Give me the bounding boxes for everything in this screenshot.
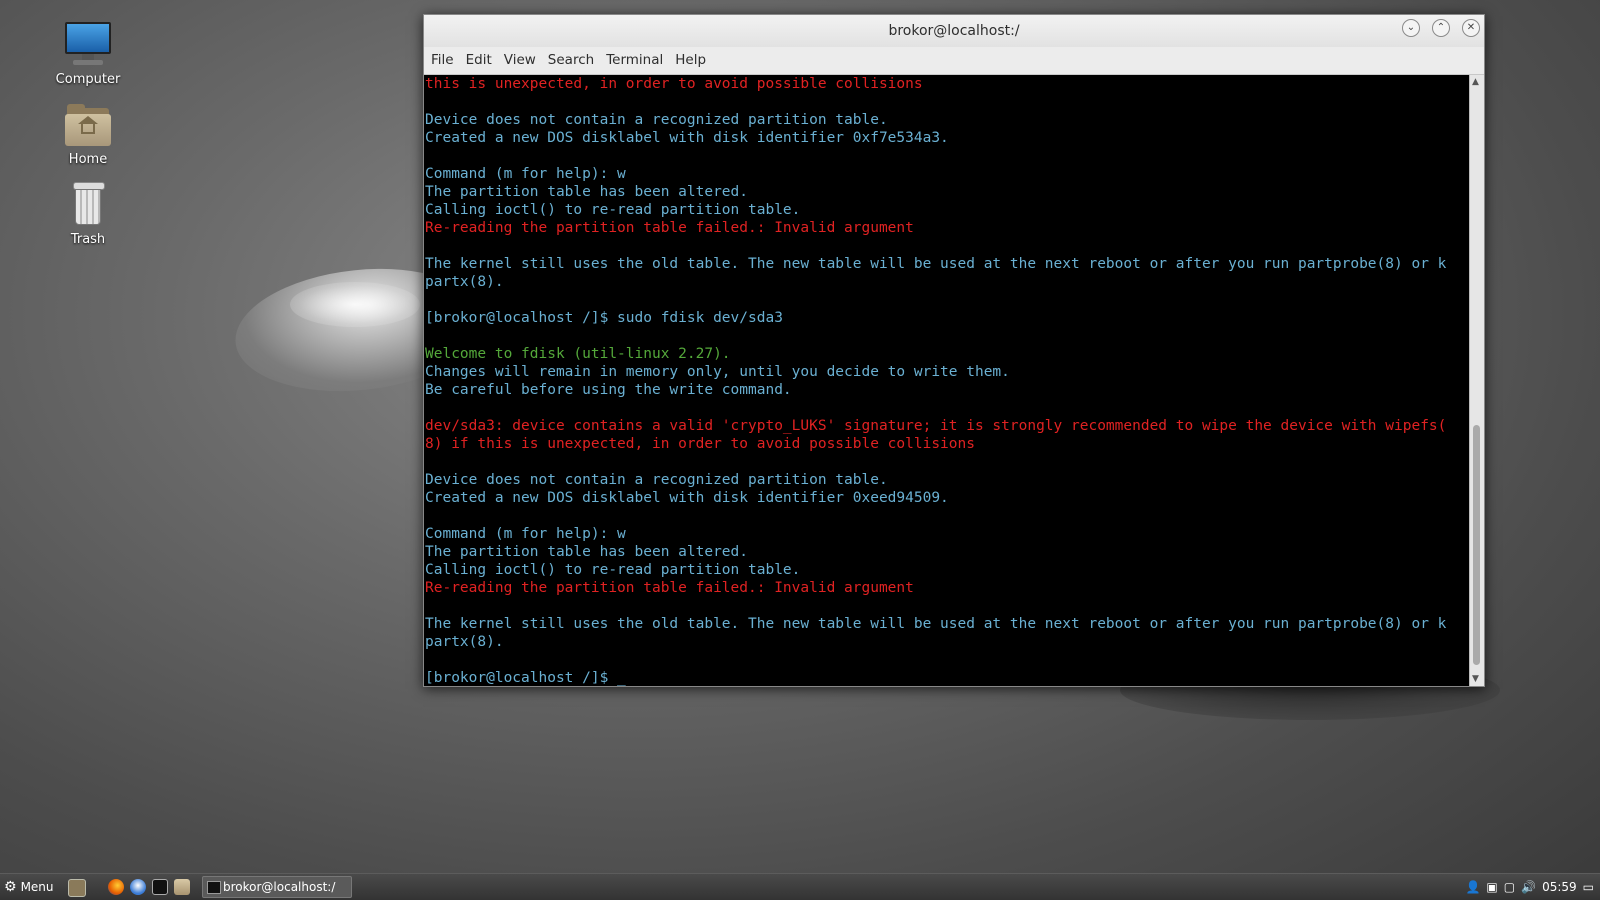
terminal-icon[interactable] <box>152 879 168 895</box>
computer-icon <box>63 20 113 70</box>
close-button[interactable]: ✕ <box>1462 19 1480 37</box>
maximize-button[interactable]: ⌃ <box>1432 19 1450 37</box>
thunderbird-icon[interactable] <box>130 879 146 895</box>
user-icon[interactable]: 👤 <box>1465 880 1480 894</box>
terminal-line: Calling ioctl() to re-read partition tab… <box>425 202 801 218</box>
desktop-icon-label: Home <box>68 152 108 167</box>
menu-view[interactable]: View <box>498 47 542 74</box>
terminal-window[interactable]: brokor@localhost:/ ⌄ ⌃ ✕ File Edit View Sea… <box>423 14 1485 687</box>
scroll-down-icon[interactable]: ▼ <box>1472 674 1479 684</box>
terminal-line: Created a new DOS disklabel with disk id… <box>425 130 949 146</box>
terminal-line: [brokor@localhost /]$ _ <box>425 670 626 686</box>
scroll-up-icon[interactable]: ▲ <box>1472 77 1479 87</box>
terminal-line: [brokor@localhost /]$ sudo fdisk dev/sda… <box>425 310 783 326</box>
menu-terminal[interactable]: Terminal <box>600 47 669 74</box>
show-desktop-icon[interactable]: ▭ <box>1583 880 1594 894</box>
terminal-line: Be careful before using the write comman… <box>425 382 792 398</box>
menu-edit[interactable]: Edit <box>460 47 498 74</box>
terminal-line: partx(8). <box>425 274 504 290</box>
menu-help[interactable]: Help <box>669 47 712 74</box>
taskbar: ⚙ Menu brokor@localhost:/ 👤 ▣ ▢ 🔊 05:59 ▭ <box>0 873 1600 900</box>
menu-file[interactable]: File <box>425 47 460 74</box>
camera-icon[interactable] <box>68 879 86 897</box>
terminal-line: Re-reading the partition table failed.: … <box>425 220 914 236</box>
terminal-line: The partition table has been altered. <box>425 544 749 560</box>
task-label: brokor@localhost:/ <box>223 880 336 894</box>
terminal-line: partx(8). <box>425 634 504 650</box>
menu-search[interactable]: Search <box>542 47 600 74</box>
home-folder-icon <box>63 100 113 150</box>
desktop-icon-home[interactable]: Home <box>48 100 128 167</box>
volume-icon[interactable]: 🔊 <box>1521 880 1536 894</box>
terminal-line: Changes will remain in memory only, unti… <box>425 364 1010 380</box>
terminal-icon <box>207 881 221 894</box>
chevron-up-icon: ⌃ <box>1436 22 1446 33</box>
terminal-line: 8) if this is unexpected, in order to av… <box>425 436 975 452</box>
terminal-text: this is unexpected, in order to avoid po… <box>424 75 1472 686</box>
desktop-icon-label: Trash <box>70 232 106 247</box>
terminal-line: Created a new DOS disklabel with disk id… <box>425 490 949 506</box>
terminal-line: The kernel still uses the old table. The… <box>425 616 1447 632</box>
network-icon[interactable]: ▣ <box>1486 880 1497 894</box>
desktop-icon-label: Computer <box>55 72 121 87</box>
taskbar-window-button[interactable]: brokor@localhost:/ <box>202 876 352 898</box>
clock[interactable]: 05:59 <box>1542 880 1577 894</box>
terminal-line: dev/sda3: device contains a valid 'crypt… <box>425 418 1447 434</box>
terminal-line: The kernel still uses the old table. The… <box>425 256 1447 272</box>
water-drop-highlight <box>290 282 420 327</box>
terminal-line: Command (m for help): w <box>425 166 626 182</box>
menu-label: Menu <box>20 880 54 894</box>
terminal-line: Command (m for help): w <box>425 526 626 542</box>
terminal-line: Device does not contain a recognized par… <box>425 472 888 488</box>
trash-icon <box>63 180 113 230</box>
start-menu-button[interactable]: ⚙ Menu <box>4 874 54 900</box>
terminal-line: Calling ioctl() to re-read partition tab… <box>425 562 801 578</box>
chevron-down-icon: ⌄ <box>1406 22 1416 33</box>
window-title: brokor@localhost:/ <box>888 23 1020 39</box>
desktop-icon-trash[interactable]: Trash <box>48 180 128 247</box>
scrollbar-thumb[interactable] <box>1473 425 1480 665</box>
close-icon: ✕ <box>1466 22 1476 33</box>
system-tray: 👤 ▣ ▢ 🔊 05:59 ▭ <box>1459 874 1594 900</box>
terminal-line: The partition table has been altered. <box>425 184 749 200</box>
window-titlebar[interactable]: brokor@localhost:/ ⌄ ⌃ ✕ <box>424 15 1484 47</box>
window-menubar: File Edit View Search Terminal Help <box>424 47 1484 75</box>
terminal-line: Welcome to fdisk (util-linux 2.27). <box>425 346 731 362</box>
terminal-line: Re-reading the partition table failed.: … <box>425 580 914 596</box>
terminal-line: Device does not contain a recognized par… <box>425 112 888 128</box>
terminal-scrollbar[interactable]: ▲ ▼ <box>1469 75 1484 686</box>
storage-icon[interactable]: ▢ <box>1504 880 1515 894</box>
minimize-button[interactable]: ⌄ <box>1402 19 1420 37</box>
firefox-icon[interactable] <box>108 879 124 895</box>
gear-icon: ⚙ <box>4 879 17 895</box>
terminal-output[interactable]: this is unexpected, in order to avoid po… <box>424 75 1472 686</box>
terminal-line: this is unexpected, in order to avoid po… <box>425 76 923 92</box>
files-icon[interactable] <box>174 879 190 895</box>
desktop-icon-computer[interactable]: Computer <box>48 20 128 87</box>
